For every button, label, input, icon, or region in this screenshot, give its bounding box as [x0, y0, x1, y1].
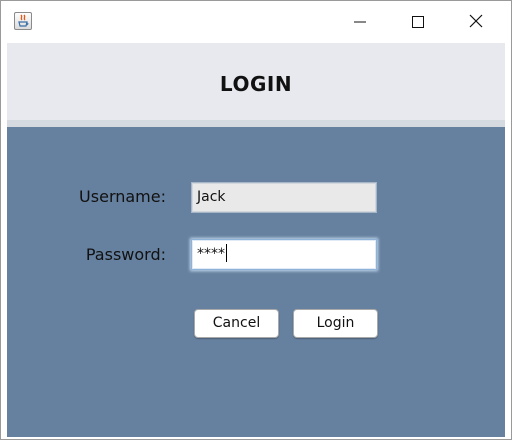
username-label: Username:	[79, 187, 166, 206]
title-bar[interactable]	[1, 1, 511, 43]
minimize-icon	[354, 13, 366, 32]
page-title: LOGIN	[219, 72, 293, 96]
maximize-icon	[412, 13, 424, 32]
header-separator	[7, 120, 505, 127]
text-caret	[226, 243, 227, 262]
username-value: Jack	[197, 189, 226, 205]
header-panel: LOGIN	[7, 43, 505, 120]
password-masked-value: ****	[197, 246, 225, 262]
password-label: Password:	[85, 245, 166, 264]
login-form-panel: Username: Jack Password: **** Cancel Log…	[7, 127, 505, 437]
java-cup-icon[interactable]	[14, 12, 32, 30]
username-field[interactable]: Jack	[191, 182, 377, 213]
close-icon	[469, 13, 483, 32]
cancel-button[interactable]: Cancel	[194, 309, 279, 338]
maximize-button[interactable]	[389, 1, 447, 43]
close-button[interactable]	[447, 1, 505, 43]
login-window: LOGIN Username: Jack Password: **** Canc…	[0, 0, 512, 440]
login-button[interactable]: Login	[293, 309, 378, 338]
minimize-button[interactable]	[331, 1, 389, 43]
password-field[interactable]: ****	[191, 239, 377, 270]
